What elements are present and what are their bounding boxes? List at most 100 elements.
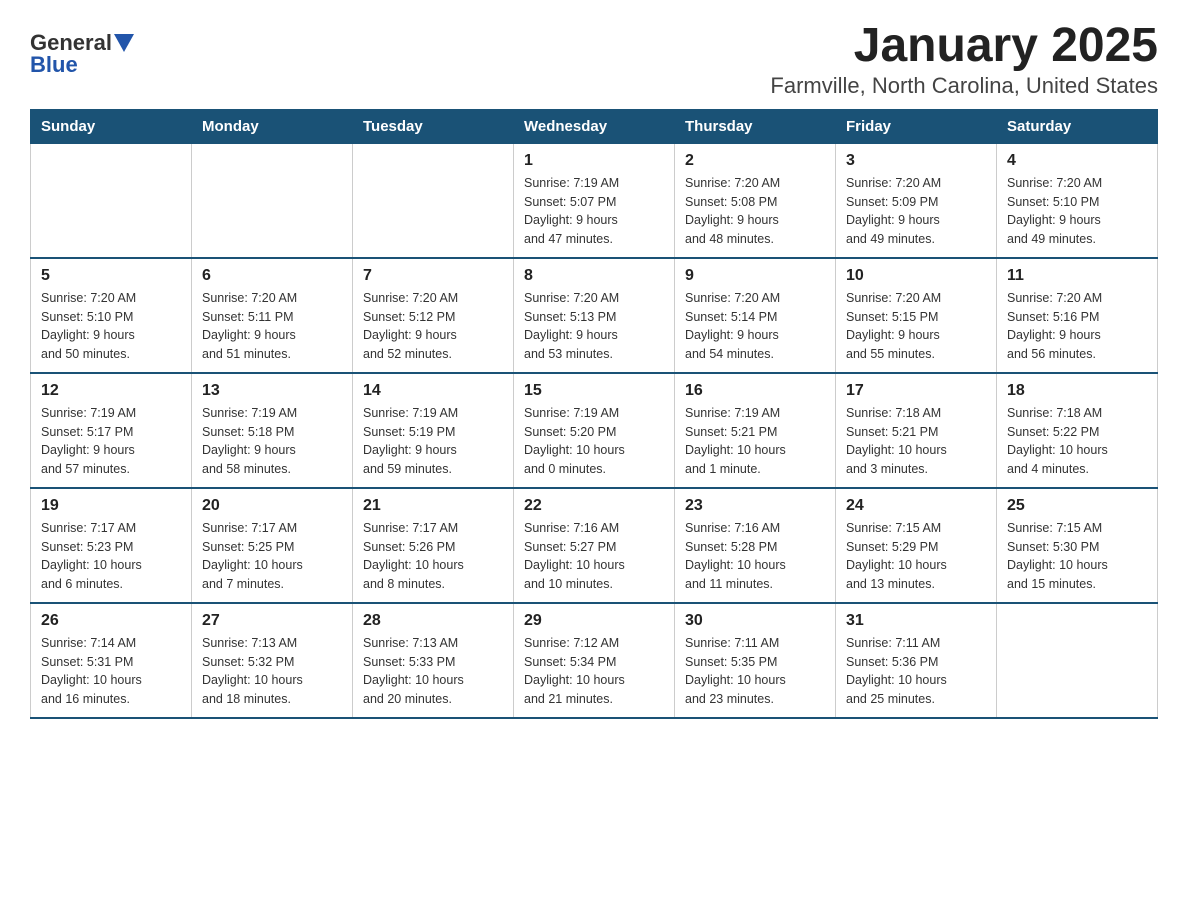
- calendar-cell: 11 Sunrise: 7:20 AM Sunset: 5:16 PM Dayli…: [997, 258, 1158, 373]
- day-info: Sunrise: 7:20 AM Sunset: 5:09 PM Dayligh…: [846, 174, 986, 249]
- calendar-week-row-5: 26Sunrise: 7:14 AM Sunset: 5:31 PM Dayli…: [31, 603, 1158, 718]
- day-info: Sunrise: 7:17 AM Sunset: 5:26 PM Dayligh…: [363, 519, 503, 594]
- calendar-cell: [353, 143, 514, 258]
- calendar-cell: [192, 143, 353, 258]
- logo-blue: Blue: [30, 52, 78, 78]
- day-number: 19: [41, 497, 181, 515]
- calendar-cell: 23 Sunrise: 7:16 AM Sunset: 5:28 PM Dayli…: [675, 488, 836, 603]
- calendar-week-row-2: 5 Sunrise: 7:20 AM Sunset: 5:10 PM Daylig…: [31, 258, 1158, 373]
- day-number: 12: [41, 382, 181, 400]
- calendar-cell: 22 Sunrise: 7:16 AM Sunset: 5:27 PM Dayli…: [514, 488, 675, 603]
- day-info: Sunrise: 7:20 AM Sunset: 5:14 PM Dayligh…: [685, 289, 825, 364]
- day-info: Sunrise: 7:18 AM Sunset: 5:21 PM Dayligh…: [846, 404, 986, 479]
- calendar-table: Sunday Monday Tuesday Wednesday Thursday…: [30, 109, 1158, 719]
- day-info: Sunrise: 7:11 AM Sunset: 5:35 PM Dayligh…: [685, 634, 825, 709]
- day-info: Sunrise: 7:20 AM Sunset: 5:13 PM Dayligh…: [524, 289, 664, 364]
- calendar-header-row: Sunday Monday Tuesday Wednesday Thursday…: [31, 109, 1158, 143]
- col-header-wednesday: Wednesday: [514, 109, 675, 143]
- col-header-monday: Monday: [192, 109, 353, 143]
- day-info: Sunrise: 7:17 AM Sunset: 5:25 PM Dayligh…: [202, 519, 342, 594]
- day-info: Sunrise: 7:13 AM Sunset: 5:33 PM Dayligh…: [363, 634, 503, 709]
- day-number: 11: [1007, 267, 1147, 285]
- col-header-friday: Friday: [836, 109, 997, 143]
- calendar-cell: 16 Sunrise: 7:19 AM Sunset: 5:21 PM Dayli…: [675, 373, 836, 488]
- calendar-cell: 2 Sunrise: 7:20 AM Sunset: 5:08 PM Daylig…: [675, 143, 836, 258]
- day-info: Sunrise: 7:20 AM Sunset: 5:16 PM Dayligh…: [1007, 289, 1147, 364]
- calendar-cell: 14Sunrise: 7:19 AM Sunset: 5:19 PM Dayli…: [353, 373, 514, 488]
- calendar-cell: 13 Sunrise: 7:19 AM Sunset: 5:18 PM Dayli…: [192, 373, 353, 488]
- day-number: 25: [1007, 497, 1147, 515]
- calendar-cell: [31, 143, 192, 258]
- calendar-week-row-1: 1 Sunrise: 7:19 AM Sunset: 5:07 PM Daylig…: [31, 143, 1158, 258]
- day-number: 20: [202, 497, 342, 515]
- day-info: Sunrise: 7:20 AM Sunset: 5:08 PM Dayligh…: [685, 174, 825, 249]
- calendar-week-row-3: 12 Sunrise: 7:19 AM Sunset: 5:17 PM Dayli…: [31, 373, 1158, 488]
- calendar-cell: 5 Sunrise: 7:20 AM Sunset: 5:10 PM Daylig…: [31, 258, 192, 373]
- day-number: 16: [685, 382, 825, 400]
- page-header: General Blue January 2025 Farmville, Nor…: [30, 20, 1158, 99]
- day-number: 8: [524, 267, 664, 285]
- day-info: Sunrise: 7:19 AM Sunset: 5:21 PM Dayligh…: [685, 404, 825, 479]
- day-number: 1: [524, 152, 664, 170]
- day-number: 7: [363, 267, 503, 285]
- calendar-cell: [997, 603, 1158, 718]
- day-info: Sunrise: 7:16 AM Sunset: 5:28 PM Dayligh…: [685, 519, 825, 594]
- day-number: 23: [685, 497, 825, 515]
- day-info: Sunrise: 7:15 AM Sunset: 5:29 PM Dayligh…: [846, 519, 986, 594]
- day-number: 15: [524, 382, 664, 400]
- logo-triangle-icon: [114, 34, 134, 54]
- day-number: 6: [202, 267, 342, 285]
- col-header-sunday: Sunday: [31, 109, 192, 143]
- calendar-cell: 9 Sunrise: 7:20 AM Sunset: 5:14 PM Daylig…: [675, 258, 836, 373]
- col-header-tuesday: Tuesday: [353, 109, 514, 143]
- page-subtitle: Farmville, North Carolina, United States: [770, 73, 1158, 99]
- calendar-week-row-4: 19Sunrise: 7:17 AM Sunset: 5:23 PM Dayli…: [31, 488, 1158, 603]
- day-info: Sunrise: 7:20 AM Sunset: 5:12 PM Dayligh…: [363, 289, 503, 364]
- day-info: Sunrise: 7:13 AM Sunset: 5:32 PM Dayligh…: [202, 634, 342, 709]
- day-info: Sunrise: 7:19 AM Sunset: 5:07 PM Dayligh…: [524, 174, 664, 249]
- day-number: 30: [685, 612, 825, 630]
- day-info: Sunrise: 7:19 AM Sunset: 5:20 PM Dayligh…: [524, 404, 664, 479]
- day-number: 2: [685, 152, 825, 170]
- calendar-cell: 25 Sunrise: 7:15 AM Sunset: 5:30 PM Dayli…: [997, 488, 1158, 603]
- day-info: Sunrise: 7:20 AM Sunset: 5:10 PM Dayligh…: [41, 289, 181, 364]
- calendar-cell: 4 Sunrise: 7:20 AM Sunset: 5:10 PM Daylig…: [997, 143, 1158, 258]
- day-number: 9: [685, 267, 825, 285]
- day-info: Sunrise: 7:11 AM Sunset: 5:36 PM Dayligh…: [846, 634, 986, 709]
- day-info: Sunrise: 7:19 AM Sunset: 5:19 PM Dayligh…: [363, 404, 503, 479]
- day-number: 17: [846, 382, 986, 400]
- title-block: January 2025 Farmville, North Carolina, …: [770, 20, 1158, 99]
- day-number: 31: [846, 612, 986, 630]
- calendar-cell: 8 Sunrise: 7:20 AM Sunset: 5:13 PM Daylig…: [514, 258, 675, 373]
- day-number: 4: [1007, 152, 1147, 170]
- day-info: Sunrise: 7:16 AM Sunset: 5:27 PM Dayligh…: [524, 519, 664, 594]
- day-info: Sunrise: 7:19 AM Sunset: 5:17 PM Dayligh…: [41, 404, 181, 479]
- day-number: 10: [846, 267, 986, 285]
- day-number: 26: [41, 612, 181, 630]
- day-info: Sunrise: 7:20 AM Sunset: 5:11 PM Dayligh…: [202, 289, 342, 364]
- calendar-cell: 30 Sunrise: 7:11 AM Sunset: 5:35 PM Dayli…: [675, 603, 836, 718]
- day-number: 22: [524, 497, 664, 515]
- calendar-cell: 24Sunrise: 7:15 AM Sunset: 5:29 PM Dayli…: [836, 488, 997, 603]
- day-number: 13: [202, 382, 342, 400]
- calendar-cell: 6 Sunrise: 7:20 AM Sunset: 5:11 PM Daylig…: [192, 258, 353, 373]
- day-info: Sunrise: 7:20 AM Sunset: 5:15 PM Dayligh…: [846, 289, 986, 364]
- day-number: 21: [363, 497, 503, 515]
- calendar-cell: 21 Sunrise: 7:17 AM Sunset: 5:26 PM Dayli…: [353, 488, 514, 603]
- calendar-cell: 28 Sunrise: 7:13 AM Sunset: 5:33 PM Dayli…: [353, 603, 514, 718]
- day-info: Sunrise: 7:15 AM Sunset: 5:30 PM Dayligh…: [1007, 519, 1147, 594]
- calendar-cell: 7 Sunrise: 7:20 AM Sunset: 5:12 PM Daylig…: [353, 258, 514, 373]
- day-number: 28: [363, 612, 503, 630]
- calendar-cell: 17 Sunrise: 7:18 AM Sunset: 5:21 PM Dayli…: [836, 373, 997, 488]
- col-header-saturday: Saturday: [997, 109, 1158, 143]
- day-number: 5: [41, 267, 181, 285]
- day-number: 29: [524, 612, 664, 630]
- day-info: Sunrise: 7:19 AM Sunset: 5:18 PM Dayligh…: [202, 404, 342, 479]
- day-number: 3: [846, 152, 986, 170]
- day-info: Sunrise: 7:18 AM Sunset: 5:22 PM Dayligh…: [1007, 404, 1147, 479]
- calendar-cell: 18Sunrise: 7:18 AM Sunset: 5:22 PM Dayli…: [997, 373, 1158, 488]
- day-info: Sunrise: 7:20 AM Sunset: 5:10 PM Dayligh…: [1007, 174, 1147, 249]
- calendar-cell: 29Sunrise: 7:12 AM Sunset: 5:34 PM Dayli…: [514, 603, 675, 718]
- calendar-cell: 19Sunrise: 7:17 AM Sunset: 5:23 PM Dayli…: [31, 488, 192, 603]
- col-header-thursday: Thursday: [675, 109, 836, 143]
